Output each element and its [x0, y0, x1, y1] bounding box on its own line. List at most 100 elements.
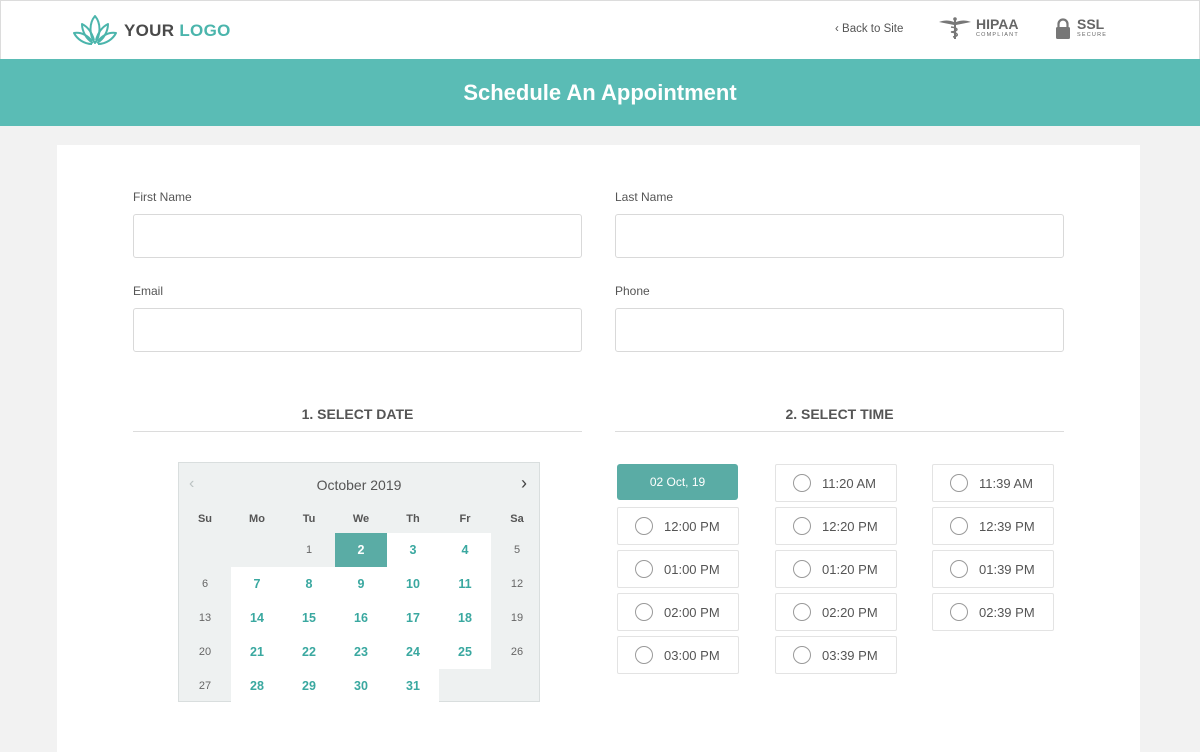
time-slot-label: 12:39 PM — [979, 518, 1035, 534]
weekday-header: We — [352, 513, 370, 525]
time-slot[interactable]: 02:20 PM — [775, 593, 897, 631]
time-slot[interactable]: 01:20 PM — [775, 550, 897, 588]
last-name-label: Last Name — [615, 190, 674, 204]
weekday-header: Th — [406, 513, 420, 525]
radio-circle-icon[interactable] — [635, 517, 653, 535]
weekday-header: Mo — [249, 513, 265, 525]
lock-icon — [1056, 18, 1070, 39]
time-slot-label: 01:00 PM — [664, 561, 720, 577]
calendar-day[interactable]: 25 — [439, 635, 491, 669]
calendar-month-label: October 2019 — [316, 477, 402, 493]
logo-text-your: YOUR — [124, 21, 175, 40]
time-slot-label: 03:00 PM — [664, 647, 720, 663]
calendar-day[interactable]: 30 — [335, 669, 387, 703]
time-slot[interactable]: 11:39 AM — [932, 464, 1054, 502]
weekday-header: Fr — [459, 513, 471, 525]
calendar-day[interactable]: 10 — [387, 567, 439, 601]
calendar-day: 13 — [198, 612, 212, 624]
radio-circle-icon[interactable] — [793, 474, 811, 492]
select-time-heading: 2. SELECT TIME — [785, 406, 894, 422]
time-slot[interactable]: 12:20 PM — [775, 507, 897, 545]
calendar-day[interactable]: 11 — [439, 567, 491, 601]
select-time-divider — [615, 431, 1064, 432]
lotus-icon — [73, 15, 117, 45]
calendar-day-selected[interactable]: 2 — [335, 533, 387, 567]
weekday-header: Sa — [510, 513, 524, 525]
radio-circle-icon[interactable] — [635, 603, 653, 621]
calendar-day[interactable]: 4 — [439, 533, 491, 567]
hipaa-subtitle: COMPLIANT — [976, 32, 1019, 38]
time-slot-label: 02:39 PM — [979, 604, 1035, 620]
time-slot[interactable]: 12:39 PM — [932, 507, 1054, 545]
calendar-day: 27 — [198, 680, 212, 692]
calendar-day[interactable]: 14 — [231, 601, 283, 635]
calendar-day[interactable]: 22 — [283, 635, 335, 669]
calendar-day: 19 — [510, 612, 524, 624]
calendar-day[interactable]: 18 — [439, 601, 491, 635]
email-label: Email — [133, 284, 164, 298]
calendar-day: 26 — [510, 646, 524, 658]
page-title: Schedule An Appointment — [463, 79, 737, 105]
first-name-field[interactable] — [133, 214, 582, 258]
select-date-heading: 1. SELECT DATE — [301, 406, 414, 422]
page-banner: Schedule An Appointment — [0, 59, 1200, 126]
radio-circle-icon[interactable] — [793, 603, 811, 621]
calendar-day[interactable]: 28 — [231, 669, 283, 703]
calendar-day[interactable]: 9 — [335, 567, 387, 601]
calendar-day[interactable]: 15 — [283, 601, 335, 635]
email-field[interactable] — [133, 308, 582, 352]
calendar-day[interactable]: 8 — [283, 567, 335, 601]
calendar-day[interactable]: 29 — [283, 669, 335, 703]
calendar-day: 5 — [513, 544, 521, 556]
time-slot[interactable]: 01:00 PM — [617, 550, 739, 588]
time-slot[interactable]: 03:39 PM — [775, 636, 897, 674]
selected-date-chip: 02 Oct, 19 — [617, 464, 738, 500]
time-slot-label: 12:00 PM — [664, 518, 720, 534]
time-slot[interactable]: 03:00 PM — [617, 636, 739, 674]
time-slot-label: 01:20 PM — [822, 561, 878, 577]
ssl-title: SSL — [1077, 16, 1105, 32]
radio-circle-icon[interactable] — [950, 474, 968, 492]
next-month-chevron-icon[interactable]: › — [521, 473, 527, 494]
ssl-badge: SSL SECURE — [1055, 17, 1107, 39]
phone-field[interactable] — [615, 308, 1064, 352]
time-slot-label: 12:20 PM — [822, 518, 878, 534]
weekday-header: Su — [197, 513, 213, 525]
radio-circle-icon[interactable] — [793, 646, 811, 664]
select-date-divider — [133, 431, 582, 432]
calendar-day[interactable]: 24 — [387, 635, 439, 669]
calendar-day[interactable]: 7 — [231, 567, 283, 601]
radio-circle-icon[interactable] — [950, 560, 968, 578]
radio-circle-icon[interactable] — [950, 603, 968, 621]
time-slot-label: 11:39 AM — [979, 475, 1033, 491]
radio-circle-icon[interactable] — [635, 646, 653, 664]
back-to-site-link[interactable]: ‹ Back to Site — [835, 23, 903, 35]
logo[interactable]: YOUR LOGO — [72, 13, 231, 49]
time-slot[interactable]: 02:39 PM — [932, 593, 1054, 631]
calendar-day: 12 — [510, 578, 524, 590]
radio-circle-icon[interactable] — [793, 517, 811, 535]
time-slot-label: 02:00 PM — [664, 604, 720, 620]
calendar-day[interactable]: 23 — [335, 635, 387, 669]
time-slot[interactable]: 12:00 PM — [617, 507, 739, 545]
calendar-day[interactable]: 16 — [335, 601, 387, 635]
calendar-day: 20 — [198, 646, 212, 658]
radio-circle-icon[interactable] — [950, 517, 968, 535]
time-slot[interactable]: 01:39 PM — [932, 550, 1054, 588]
logo-text: YOUR LOGO — [124, 21, 231, 41]
caduceus-icon — [939, 17, 971, 39]
calendar-day[interactable]: 31 — [387, 669, 439, 703]
radio-circle-icon[interactable] — [793, 560, 811, 578]
calendar-day[interactable]: 3 — [387, 533, 439, 567]
radio-circle-icon[interactable] — [635, 560, 653, 578]
last-name-field[interactable] — [615, 214, 1064, 258]
time-slot-label: 11:20 AM — [822, 475, 876, 491]
time-slot[interactable]: 02:00 PM — [617, 593, 739, 631]
calendar-day[interactable]: 17 — [387, 601, 439, 635]
time-slot[interactable]: 11:20 AM — [775, 464, 897, 502]
calendar-day[interactable]: 21 — [231, 635, 283, 669]
calendar-day: 1 — [305, 544, 313, 556]
top-bar: YOUR LOGO ‹ Back to Site HIPAA COMPLIANT… — [0, 0, 1200, 59]
first-name-label: First Name — [133, 190, 192, 204]
ssl-subtitle: SECURE — [1077, 32, 1108, 38]
